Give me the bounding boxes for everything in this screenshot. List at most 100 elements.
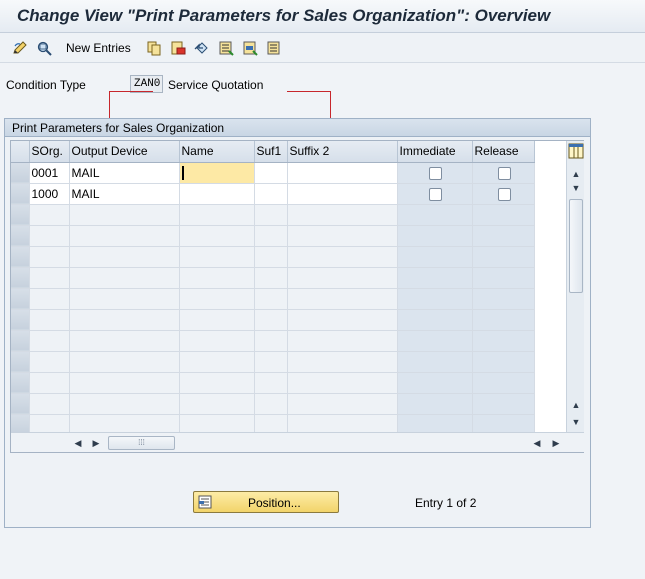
scroll-page-up-icon[interactable]: ▲: [571, 400, 581, 410]
empty-cell: [397, 309, 473, 331]
empty-cell: [69, 393, 180, 415]
empty-cell: [179, 372, 255, 394]
position-button-label: Position...: [248, 496, 301, 510]
display-glasses-icon[interactable]: [37, 40, 53, 56]
column-header-immediate[interactable]: Immediate: [397, 141, 473, 163]
release-cell: [472, 162, 535, 184]
column-header-name[interactable]: Name: [179, 141, 255, 163]
empty-cell: [69, 309, 180, 331]
row-selector[interactable]: [11, 183, 30, 205]
empty-cell: [179, 330, 255, 352]
scroll-far-left-icon[interactable]: ◀: [532, 437, 542, 449]
horizontal-scroll-thumb[interactable]: ⁞⁞⁞: [108, 436, 175, 450]
empty-table-row: [11, 225, 535, 247]
empty-cell: [29, 372, 70, 394]
empty-cell: [397, 267, 473, 289]
immediate-checkbox[interactable]: [429, 187, 442, 201]
edit-pencil-icon[interactable]: [12, 40, 28, 56]
scroll-up-icon[interactable]: ▼: [571, 183, 581, 193]
release-checkbox[interactable]: [497, 166, 511, 180]
empty-cell: [287, 309, 398, 331]
group-title: Print Parameters for Sales Organization: [12, 121, 225, 135]
empty-cell: [254, 246, 288, 268]
empty-cell: [397, 288, 473, 310]
empty-cell: [29, 246, 70, 268]
suffix2-field[interactable]: [287, 183, 398, 205]
table-row: 0001 MAIL: [11, 162, 535, 184]
immediate-checkbox[interactable]: [429, 166, 442, 180]
data-table: SOrg. Output Device Name Suf1 Suffix 2 I…: [11, 141, 535, 436]
empty-cell: [179, 288, 255, 310]
select-all-icon[interactable]: [218, 40, 234, 56]
sorg-cell[interactable]: 0001: [29, 162, 70, 184]
scroll-left-icon[interactable]: ◀: [73, 437, 83, 449]
release-checkbox[interactable]: [497, 187, 511, 201]
row-selector[interactable]: [11, 372, 30, 394]
column-header-sorg[interactable]: SOrg.: [29, 141, 70, 163]
name-field[interactable]: [179, 183, 255, 205]
vertical-scroll-thumb[interactable]: [569, 199, 583, 293]
row-selector[interactable]: [11, 204, 30, 226]
table-row: 1000 MAIL: [11, 183, 535, 205]
row-selector[interactable]: [11, 330, 30, 352]
empty-cell: [179, 393, 255, 415]
empty-cell: [472, 267, 535, 289]
table-control: SOrg. Output Device Name Suf1 Suffix 2 I…: [10, 140, 584, 453]
new-entries-button[interactable]: New Entries: [66, 41, 131, 55]
scroll-top-icon[interactable]: ▲: [571, 169, 581, 179]
empty-cell: [69, 246, 180, 268]
row-selector[interactable]: [11, 246, 30, 268]
select-block-icon[interactable]: [242, 40, 258, 56]
position-button[interactable]: Position...: [193, 491, 339, 513]
empty-cell: [472, 372, 535, 394]
vertical-scrollbar[interactable]: ▲ ▼ ▲ ▼: [566, 141, 584, 432]
empty-cell: [287, 267, 398, 289]
copy-icon[interactable]: [146, 40, 162, 56]
empty-cell: [254, 225, 288, 247]
deselect-all-icon[interactable]: [266, 40, 282, 56]
position-icon: [198, 495, 212, 509]
output-device-field[interactable]: MAIL: [69, 162, 180, 184]
sorg-cell[interactable]: 1000: [29, 183, 70, 205]
suf1-field[interactable]: [254, 183, 288, 205]
page-title: Change View "Print Parameters for Sales …: [17, 6, 551, 25]
suf1-field[interactable]: [254, 162, 288, 184]
delete-icon[interactable]: [170, 40, 186, 56]
undo-icon[interactable]: [194, 40, 210, 56]
empty-cell: [397, 204, 473, 226]
column-header-release[interactable]: Release: [472, 141, 535, 163]
empty-cell: [254, 288, 288, 310]
empty-cell: [69, 267, 180, 289]
annotation-line: [287, 91, 331, 92]
row-selector[interactable]: [11, 393, 30, 415]
empty-cell: [472, 204, 535, 226]
table-header-row: SOrg. Output Device Name Suf1 Suffix 2 I…: [11, 141, 535, 163]
column-header-suf1[interactable]: Suf1: [254, 141, 288, 163]
row-selector[interactable]: [11, 309, 30, 331]
horizontal-scrollbar[interactable]: ◀ ▶ ⁞⁞⁞ ◀ ▶: [11, 432, 584, 452]
row-selector[interactable]: [11, 267, 30, 289]
empty-table-row: [11, 330, 535, 352]
row-selector[interactable]: [11, 225, 30, 247]
entry-count: Entry 1 of 2: [415, 496, 477, 510]
empty-table-row: [11, 393, 535, 415]
select-all-rows-button[interactable]: [11, 141, 30, 163]
scroll-right-icon[interactable]: ▶: [91, 437, 101, 449]
scroll-down-icon[interactable]: ▼: [571, 417, 581, 427]
row-selector[interactable]: [11, 351, 30, 373]
empty-cell: [69, 288, 180, 310]
empty-cell: [287, 393, 398, 415]
output-device-field[interactable]: MAIL: [69, 183, 180, 205]
suffix2-field[interactable]: [287, 162, 398, 184]
row-selector[interactable]: [11, 288, 30, 310]
row-selector[interactable]: [11, 162, 30, 184]
empty-cell: [397, 393, 473, 415]
name-field[interactable]: [179, 162, 255, 184]
column-header-suffix2[interactable]: Suffix 2: [287, 141, 398, 163]
empty-cell: [29, 225, 70, 247]
column-header-output-device[interactable]: Output Device: [69, 141, 180, 163]
column-settings-icon[interactable]: [568, 142, 584, 160]
scroll-far-right-icon[interactable]: ▶: [551, 437, 561, 449]
empty-cell: [287, 225, 398, 247]
immediate-cell: [397, 162, 473, 184]
